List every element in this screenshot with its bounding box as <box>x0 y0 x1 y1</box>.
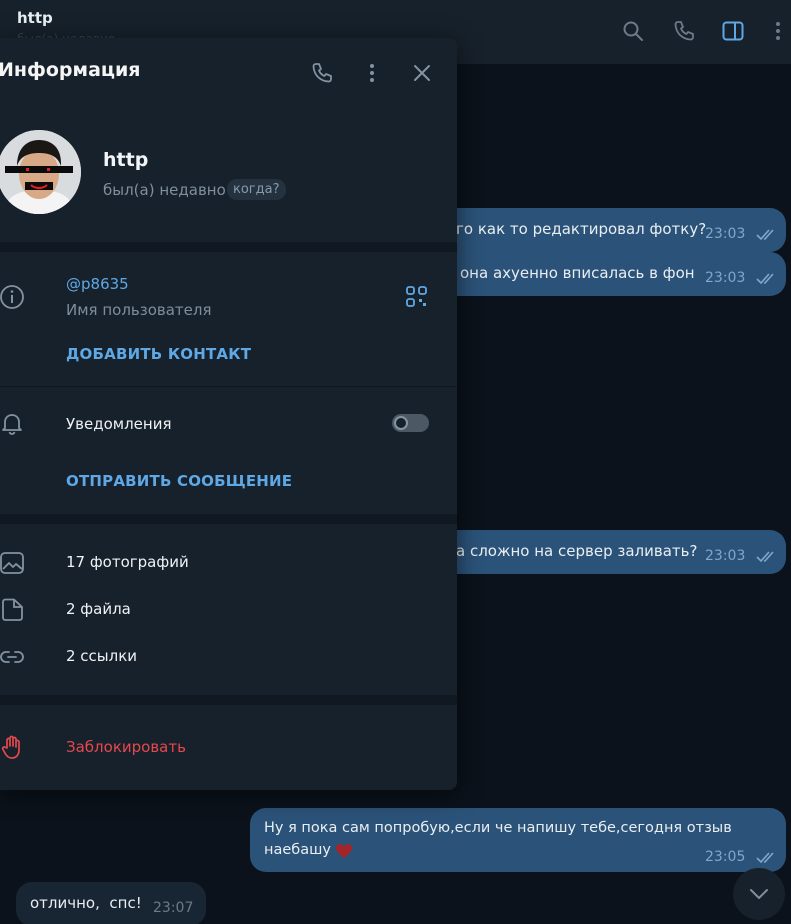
heart-emoji-icon <box>335 843 353 860</box>
add-contact-button[interactable]: ДОБАВИТЬ КОНТАКТ <box>66 345 251 363</box>
notifications-toggle[interactable] <box>392 414 429 432</box>
message-time: 23:05 <box>705 849 746 865</box>
message-time: 23:03 <box>705 270 746 286</box>
section-separator <box>0 514 457 524</box>
chat-title[interactable]: http <box>17 9 53 27</box>
section-separator <box>0 695 457 705</box>
call-icon[interactable] <box>310 61 334 85</box>
qr-code-icon[interactable] <box>404 284 430 310</box>
message-text: а сложно на сервер заливать? <box>456 542 698 560</box>
read-check-icon <box>756 551 774 563</box>
file-icon <box>2 598 23 621</box>
link-icon <box>0 651 24 663</box>
message-text-line2: наебашу <box>264 842 331 858</box>
notifications-label: Уведомления <box>66 415 172 433</box>
more-vertical-icon[interactable] <box>360 61 384 85</box>
last-seen-hint-button[interactable]: когда? <box>227 179 286 200</box>
section-separator <box>0 242 457 252</box>
photo-icon <box>0 552 24 574</box>
profile-status: был(а) недавно <box>103 181 226 199</box>
send-message-button[interactable]: ОТПРАВИТЬ СООБЩЕНИЕ <box>66 472 292 490</box>
close-icon[interactable] <box>410 61 434 85</box>
sidebar-toggle-icon[interactable] <box>721 19 745 43</box>
read-check-icon <box>756 273 774 285</box>
message-time: 23:07 <box>153 900 194 916</box>
user-info-panel: Информация http был(а) недавно когда? @p… <box>0 38 457 790</box>
message-bubble-incoming[interactable]: отлично, спс! 23:07 <box>16 882 206 924</box>
panel-title: Информация <box>0 59 141 81</box>
photos-row[interactable]: 17 фотографий <box>66 553 189 571</box>
read-check-icon <box>756 229 774 241</box>
info-icon <box>0 285 24 309</box>
message-time: 23:03 <box>705 226 746 242</box>
username-link[interactable]: @p8635 <box>66 275 129 293</box>
message-bubble[interactable]: она ахуенно вписалась в фон 23:03 <box>420 252 786 296</box>
bell-icon <box>2 414 22 435</box>
message-text: отлично, спс! <box>30 894 142 912</box>
chevron-down-icon <box>750 889 768 899</box>
telegram-window: http был(а) недавно го как то редактиров… <box>0 0 791 924</box>
message-text: она ахуенно вписалась в фон <box>460 264 695 282</box>
links-row[interactable]: 2 ссылки <box>66 647 137 665</box>
message-bubble[interactable]: го как то редактировал фотку? 23:03 <box>420 208 786 252</box>
more-vertical-icon[interactable] <box>766 19 790 43</box>
toggle-knob <box>394 416 408 430</box>
username-label: Имя пользователя <box>66 301 212 319</box>
message-text: го как то редактировал фотку? <box>456 220 707 238</box>
row-divider <box>0 386 457 387</box>
message-time: 23:03 <box>705 548 746 564</box>
search-icon[interactable] <box>621 19 645 43</box>
message-text-line1: Ну я пока сам попробую,если че напишу те… <box>264 820 732 836</box>
read-check-icon <box>756 852 774 864</box>
avatar[interactable] <box>0 130 81 214</box>
call-icon[interactable] <box>672 19 696 43</box>
message-bubble[interactable]: а сложно на сервер заливать? 23:03 <box>420 530 786 574</box>
scroll-down-button[interactable] <box>733 868 785 920</box>
profile-name: http <box>103 149 149 171</box>
files-row[interactable]: 2 файла <box>66 600 131 618</box>
hand-block-icon <box>1 735 20 759</box>
message-bubble[interactable]: Ну я пока сам попробую,если че напишу те… <box>250 808 786 872</box>
block-user-button[interactable]: Заблокировать <box>66 738 186 756</box>
